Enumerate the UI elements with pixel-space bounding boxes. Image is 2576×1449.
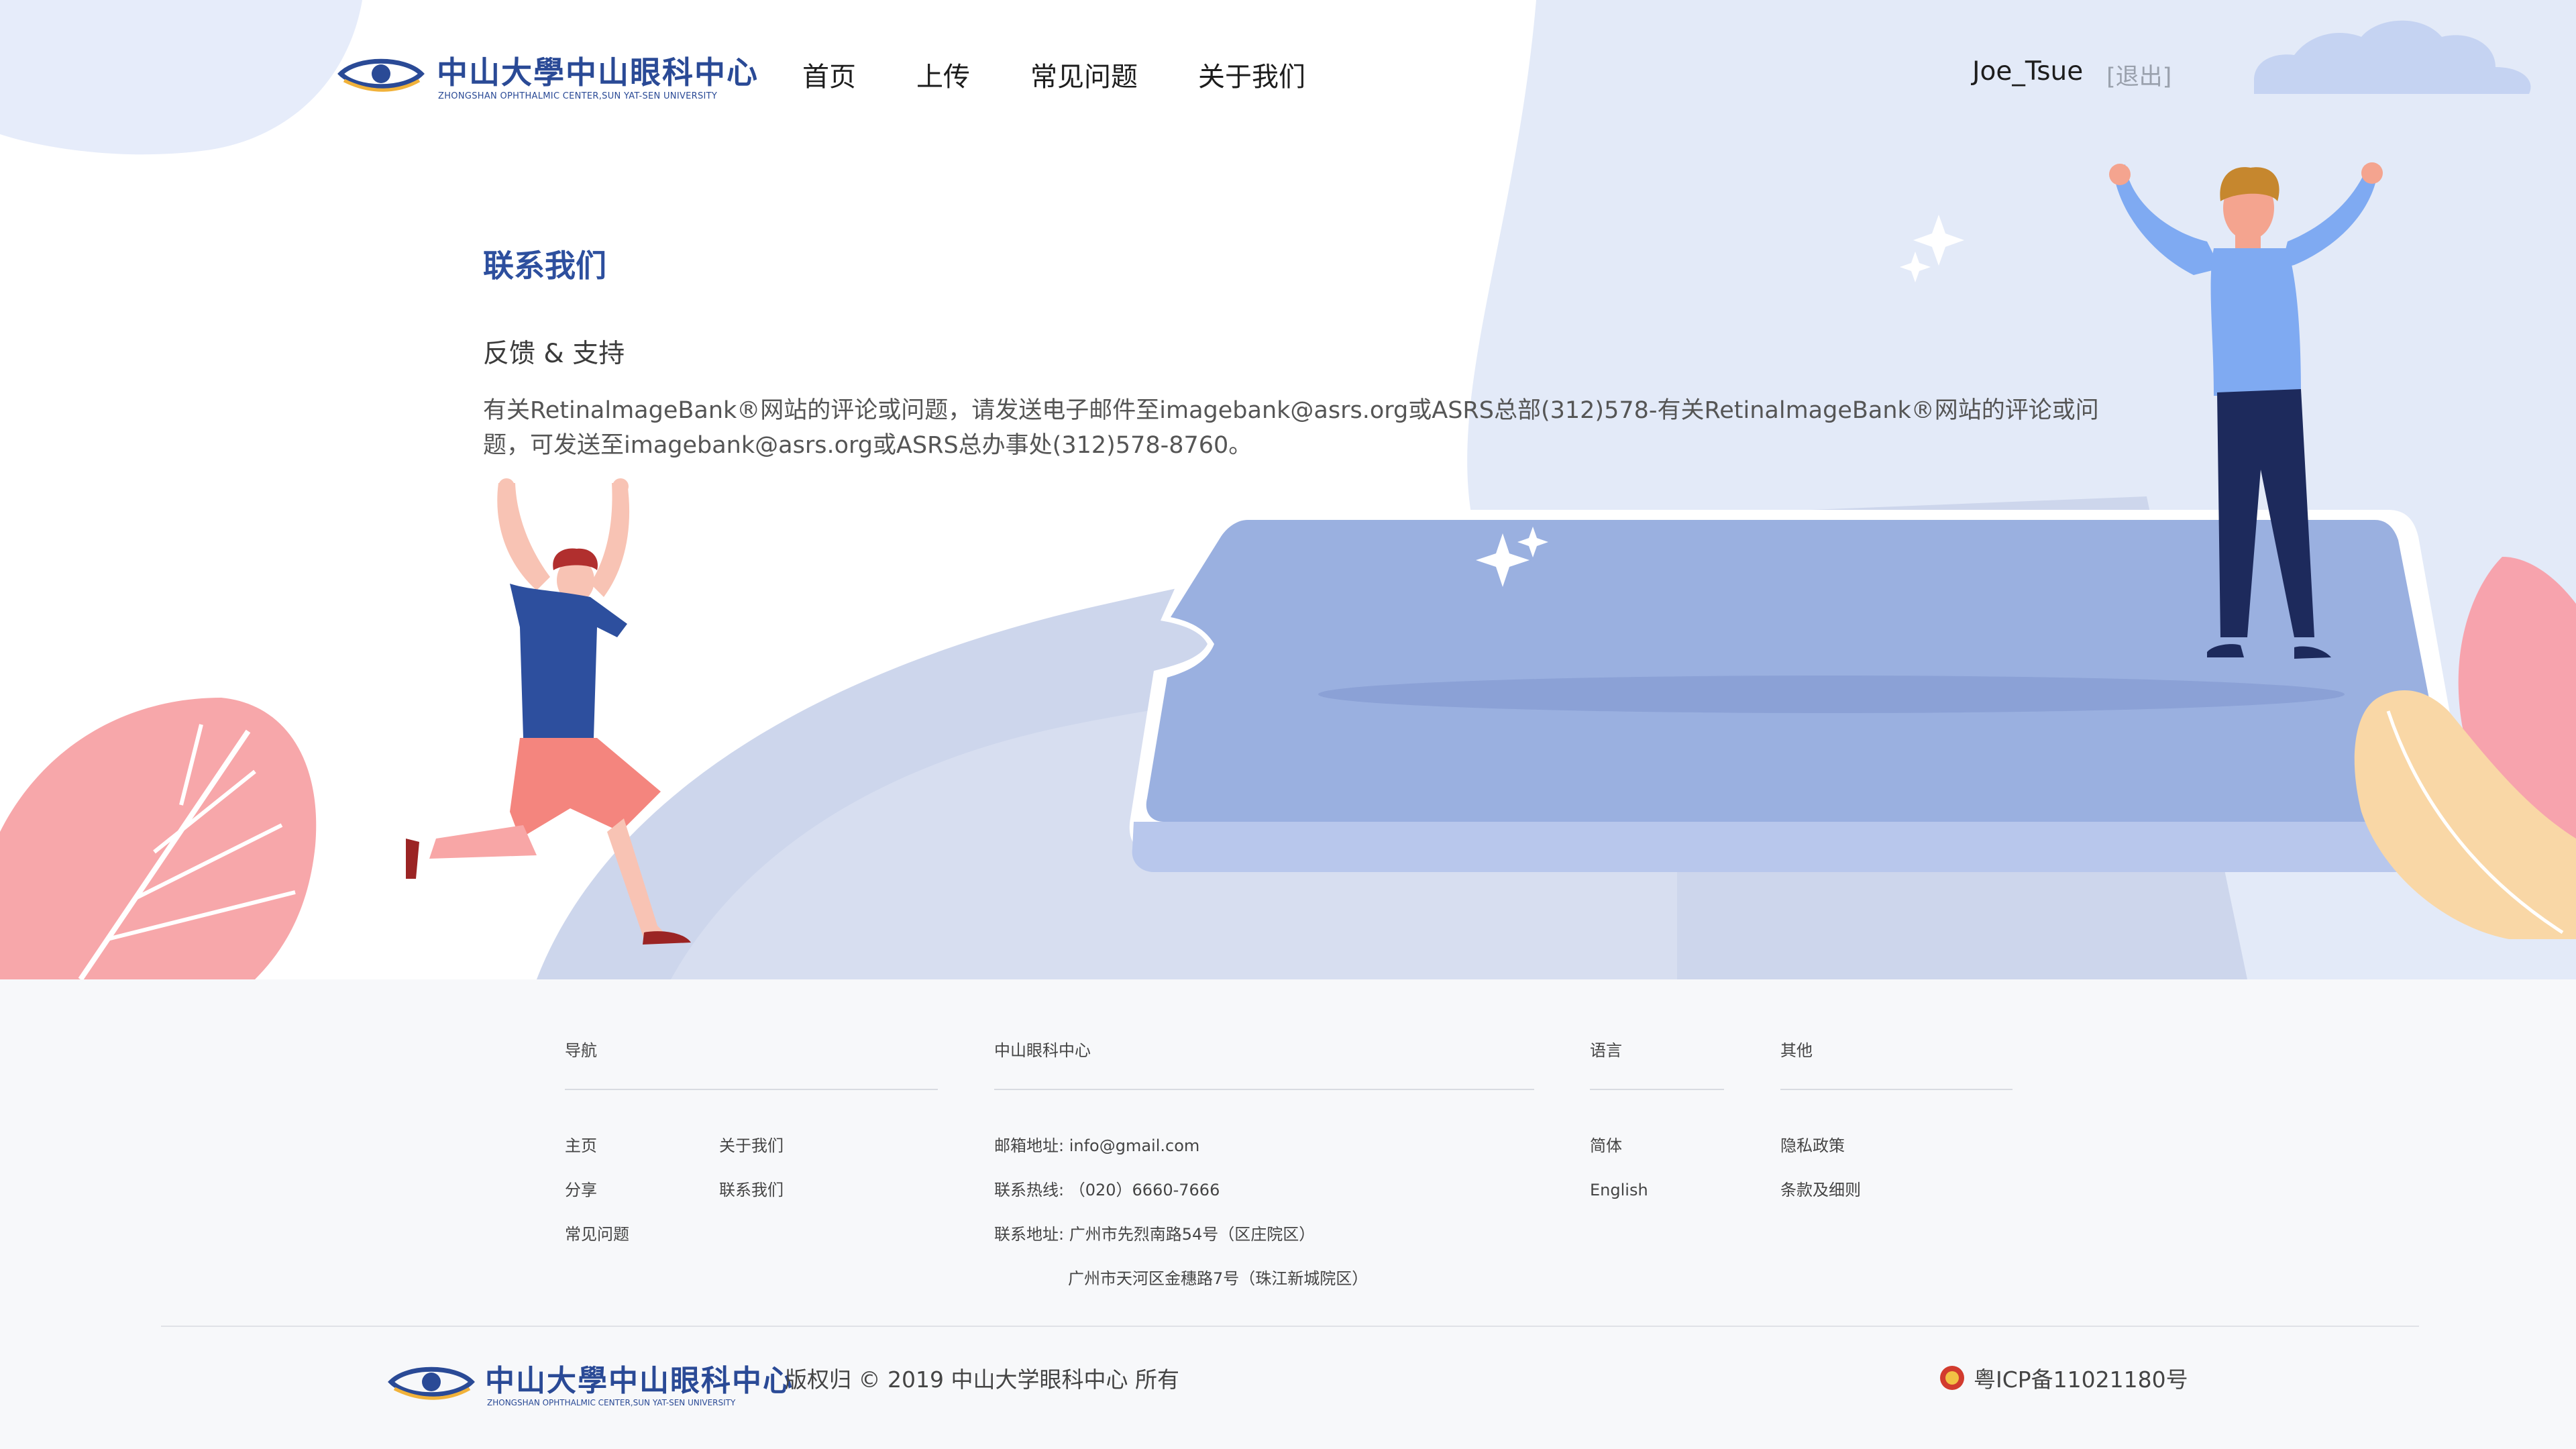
footer-logo-english-text: ZHONGSHAN OPHTHALMIC CENTER,SUN YAT-SEN …: [487, 1398, 736, 1407]
footer-divider: [994, 1089, 1534, 1090]
main-nav: 首页 上传 常见问题 关于我们: [802, 55, 1366, 94]
footer-address-1: 联系地址: 广州市先烈南路54号（区庄院区）: [994, 1225, 1316, 1244]
footer-logo: 中山大學中山眼科中心 ZHONGSHAN OPHTHALMIC CENTER,S…: [388, 1355, 792, 1422]
nav-home[interactable]: 首页: [802, 55, 856, 94]
site-header: 中山大學中山眼科中心 ZHONGSHAN OPHTHALMIC CENTER,S…: [0, 0, 2576, 148]
footer-other-column: 其他 隐私政策 条款及细则: [1780, 1037, 2012, 1212]
footer-center-title: 中山眼科中心: [994, 1041, 1091, 1060]
footer-link-share[interactable]: 分享: [565, 1168, 719, 1212]
footer-link-about[interactable]: 关于我们: [719, 1124, 873, 1168]
contact-body-text: 有关RetinalmageBank®网站的评论或问题，请发送电子邮件至image…: [483, 397, 2099, 459]
footer-nav-title: 导航: [565, 1041, 597, 1060]
site-logo[interactable]: 中山大學中山眼科中心 ZHONGSHAN OPHTHALMIC CENTER,S…: [337, 47, 757, 114]
footer-divider: [1780, 1089, 2012, 1090]
language-simplified[interactable]: 简体: [1590, 1124, 1724, 1168]
footer-language-title: 语言: [1590, 1041, 1622, 1060]
footer-link-home[interactable]: 主页: [565, 1124, 719, 1168]
eye-logo-icon: [337, 58, 425, 92]
police-emblem-icon: [1940, 1366, 1964, 1390]
footer-address-2: 广州市天河区金穗路7号（珠江新城院区）: [1068, 1269, 1368, 1288]
footer-divider: [565, 1089, 938, 1090]
copyright-text: 版权归 © 2019 中山大学眼科中心 所有: [785, 1366, 1179, 1393]
nav-upload[interactable]: 上传: [916, 55, 970, 94]
footer-bottom-divider: [161, 1326, 2419, 1327]
footer-other-title: 其他: [1780, 1041, 1813, 1060]
footer-logo-chinese-text: 中山大學中山眼科中心: [485, 1364, 794, 1398]
logo-english-text: ZHONGSHAN OPHTHALMIC CENTER,SUN YAT-SEN …: [438, 91, 718, 101]
logo-chinese-text: 中山大學中山眼科中心: [437, 54, 759, 91]
icp-number: 粤ICP备11021180号: [1974, 1366, 2188, 1393]
footer-link-contact[interactable]: 联系我们: [719, 1168, 873, 1212]
privacy-policy-link[interactable]: 隐私政策: [1780, 1124, 2012, 1168]
footer-center-column: 中山眼科中心 邮箱地址: info@gmail.com 联系热线: （020）6…: [994, 1037, 1534, 1301]
site-footer: 导航 主页 关于我们 分享 联系我们 常见问题 中山眼科中心 邮箱地址: inf…: [0, 979, 2576, 1449]
footer-divider: [1590, 1089, 1724, 1090]
terms-link[interactable]: 条款及细则: [1780, 1168, 2012, 1212]
page-title: 联系我们: [483, 248, 606, 284]
contact-section: 联系我们 反馈 & 支持 有关RetinalmageBank®网站的评论或问题，…: [483, 241, 2100, 463]
icp-record[interactable]: 粤ICP备11021180号: [1940, 1362, 2188, 1394]
eye-logo-icon: [388, 1366, 475, 1400]
footer-email: 邮箱地址: info@gmail.com: [994, 1136, 1200, 1155]
nav-about[interactable]: 关于我们: [1198, 55, 1305, 94]
language-english[interactable]: English: [1590, 1168, 1724, 1212]
footer-language-column: 语言 简体 English: [1590, 1037, 1724, 1212]
footer-nav-column: 导航 主页 关于我们 分享 联系我们 常见问题: [565, 1037, 938, 1256]
username[interactable]: Joe_Tsue: [1972, 56, 2083, 87]
footer-hotline: 联系热线: （020）6660-7666: [994, 1181, 1220, 1199]
section-subtitle: 反馈 & 支持: [483, 339, 625, 369]
nav-faq[interactable]: 常见问题: [1030, 55, 1138, 94]
footer-link-faq[interactable]: 常见问题: [565, 1212, 719, 1256]
logout-link[interactable]: [退出]: [2106, 58, 2171, 92]
contact-page: 中山大學中山眼科中心 ZHONGSHAN OPHTHALMIC CENTER,S…: [0, 0, 2576, 1449]
